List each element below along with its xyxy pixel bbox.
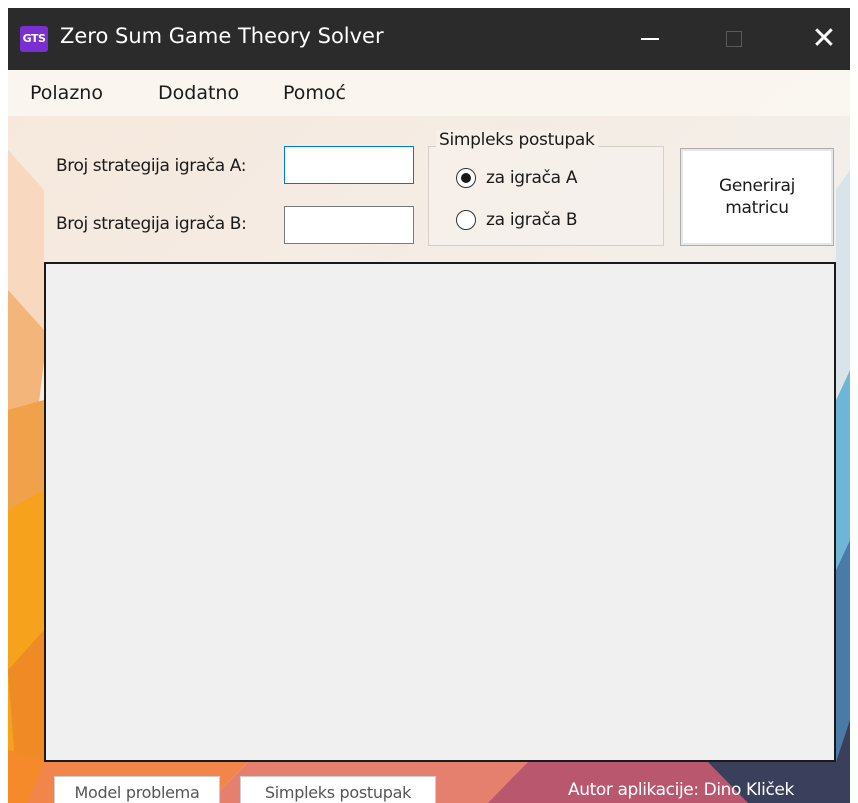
window-title: Zero Sum Game Theory Solver [60,24,384,48]
close-button[interactable]: ✕ [792,8,850,70]
maximize-button[interactable] [702,8,766,70]
client-area: Polazno Dodatno Pomoć Broj strategija ig… [8,70,850,803]
radio-player-b-label: za igrača B [486,210,578,230]
model-problem-button[interactable]: Model problema [54,776,220,803]
radio-player-a[interactable]: za igrača A [456,168,577,188]
menu-bar: Polazno Dodatno Pomoć [8,70,850,116]
author-label: Autor aplikacije: Dino Kliček [568,780,794,800]
matrix-panel [44,262,836,762]
generate-matrix-button[interactable]: Generiraj matricu [680,148,834,246]
maximize-icon [726,31,742,47]
simplex-procedure-button[interactable]: Simpleks postupak [240,776,436,803]
strategies-b-input[interactable] [284,206,414,244]
radio-selected-icon[interactable] [456,168,476,188]
simplex-group-title: Simpleks postupak [436,130,598,150]
strategies-a-label: Broj strategija igrača A: [56,156,247,176]
menu-item-pomoc[interactable]: Pomoć [283,82,346,104]
simplex-groupbox [428,146,664,246]
menu-item-dodatno[interactable]: Dodatno [158,82,239,104]
radio-player-b[interactable]: za igrača B [456,210,578,230]
minimize-button[interactable] [618,8,682,70]
radio-unselected-icon[interactable] [456,210,476,230]
menu-item-polazno[interactable]: Polazno [30,82,103,104]
app-logo-icon: GTS [20,26,48,52]
strategies-b-label: Broj strategija igrača B: [56,214,247,234]
close-icon: ✕ [811,21,837,56]
app-window: GTS Zero Sum Game Theory Solver ✕ Polazn… [8,8,850,803]
radio-player-a-label: za igrača A [486,168,578,188]
generate-matrix-label: Generiraj matricu [718,175,795,218]
title-bar[interactable]: GTS Zero Sum Game Theory Solver ✕ [8,8,850,70]
strategies-a-input[interactable] [284,146,414,184]
minimize-icon [641,38,659,40]
